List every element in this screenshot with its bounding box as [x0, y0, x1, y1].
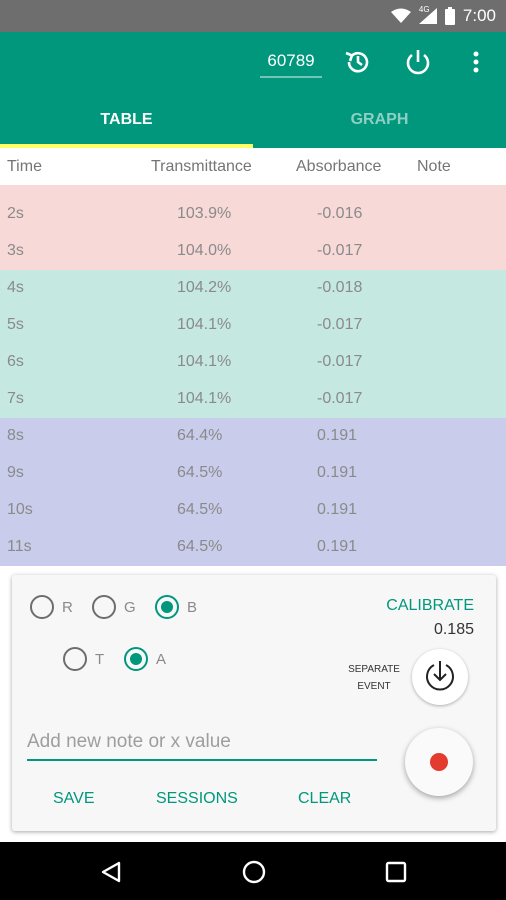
cell-transmittance: 64.5%: [177, 464, 223, 481]
radio-mode-t[interactable]: T: [63, 647, 104, 671]
cell-time: 8s: [7, 427, 24, 444]
download-icon: [423, 658, 457, 697]
table-row[interactable]: 5s 104.1% -0.017: [0, 307, 506, 344]
data-table: 2s 103.9% -0.016 3s 104.0% -0.017 4s 104.2% -0.0…: [0, 196, 506, 566]
record-icon: [430, 753, 448, 771]
radio-channel-b[interactable]: B: [155, 595, 197, 619]
table-row[interactable]: 10s 64.5% 0.191: [0, 492, 506, 529]
cell-absorbance: 0.191: [317, 538, 358, 555]
status-time: 7:00: [462, 6, 496, 25]
cell-transmittance: 104.2%: [177, 279, 232, 296]
recents-icon[interactable]: [382, 858, 410, 886]
cell-time: 5s: [7, 316, 24, 333]
radio-label: G: [124, 598, 136, 616]
record-button[interactable]: [405, 728, 473, 796]
radio-circle: [30, 595, 54, 619]
table-row[interactable]: 6s 104.1% -0.017: [0, 344, 506, 381]
navigation-bar: [0, 842, 506, 900]
status-bar: 4G 7:00: [0, 0, 506, 32]
cell-transmittance: 104.1%: [177, 316, 232, 333]
separate-event-label: SEPARATE EVENT: [348, 664, 400, 692]
calibrate-button[interactable]: CALIBRATE: [386, 597, 474, 615]
radio-circle: [124, 647, 148, 671]
control-panel: R G B T A CALIBRATE 0.185 SEPARATE EVENT…: [12, 575, 496, 831]
battery-icon: [444, 7, 455, 25]
tab-bar: TABLE GRAPH: [0, 102, 506, 148]
app-bar: 60789 TABLE GRAPH: [0, 32, 506, 148]
radio-label: B: [187, 598, 198, 616]
cell-time: 10s: [7, 501, 33, 518]
cell-absorbance: -0.016: [317, 205, 363, 222]
table-row[interactable]: 4s 104.2% -0.018: [0, 270, 506, 307]
radio-channel-g[interactable]: G: [92, 595, 136, 619]
table-row[interactable]: 11s 64.5% 0.191: [0, 529, 506, 566]
cell-transmittance: 103.9%: [177, 205, 232, 222]
cell-absorbance: 0.191: [317, 501, 358, 518]
wifi-icon: [390, 8, 411, 24]
signal-icon: 4G: [418, 5, 437, 24]
radio-circle: [92, 595, 116, 619]
cell-absorbance: 0.191: [317, 464, 358, 481]
table-row[interactable]: 8s 64.4% 0.191: [0, 418, 506, 455]
cell-absorbance: 0.191: [317, 427, 358, 444]
tab-graph[interactable]: GRAPH: [253, 102, 506, 148]
device-id-field[interactable]: 60789: [260, 46, 322, 78]
cell-transmittance: 104.1%: [177, 353, 232, 370]
table-header: Time Transmittance Absorbance Note: [0, 148, 506, 185]
save-button[interactable]: SAVE: [53, 790, 95, 808]
radio-label: T: [95, 650, 105, 668]
table-row[interactable]: 3s 104.0% -0.017: [0, 233, 506, 270]
cell-time: 9s: [7, 464, 24, 481]
table-row[interactable]: 7s 104.1% -0.017: [0, 381, 506, 418]
tab-table[interactable]: TABLE: [0, 102, 253, 148]
cell-time: 6s: [7, 353, 24, 370]
sessions-button[interactable]: SESSIONS: [156, 790, 238, 808]
cell-absorbance: -0.018: [317, 279, 363, 296]
cell-transmittance: 64.5%: [177, 501, 223, 518]
home-icon[interactable]: [240, 858, 268, 886]
radio-label: R: [62, 598, 73, 616]
cell-absorbance: -0.017: [317, 353, 363, 370]
column-header-time: Time: [7, 158, 42, 175]
note-input[interactable]: [27, 725, 377, 761]
separate-event-button[interactable]: [412, 649, 468, 705]
power-icon[interactable]: [400, 44, 436, 80]
radio-circle: [63, 647, 87, 671]
cell-time: 3s: [7, 242, 24, 259]
column-header-note: Note: [417, 158, 451, 175]
column-header-transmittance: Transmittance: [151, 158, 252, 175]
tab-label: GRAPH: [350, 111, 409, 128]
overflow-menu-icon[interactable]: [458, 44, 494, 80]
cell-time: 11s: [7, 538, 32, 555]
radio-mode-a[interactable]: A: [124, 647, 166, 671]
clear-button[interactable]: CLEAR: [298, 790, 351, 808]
cell-transmittance: 104.1%: [177, 390, 232, 407]
cell-absorbance: -0.017: [317, 390, 363, 407]
calibration-value: 0.185: [433, 621, 474, 638]
cell-absorbance: -0.017: [317, 242, 363, 259]
cell-transmittance: 64.4%: [177, 427, 223, 444]
cell-time: 4s: [7, 279, 24, 296]
timer-icon[interactable]: [340, 44, 376, 80]
radio-label: A: [156, 650, 167, 668]
radio-channel-r[interactable]: R: [30, 595, 73, 619]
tab-label: TABLE: [100, 111, 153, 128]
table-row[interactable]: 9s 64.5% 0.191: [0, 455, 506, 492]
table-row[interactable]: 2s 103.9% -0.016: [0, 196, 506, 233]
network-type: 4G: [418, 5, 430, 14]
cell-absorbance: -0.017: [317, 316, 363, 333]
back-icon[interactable]: [97, 858, 125, 886]
cell-time: 2s: [7, 205, 24, 222]
cell-time: 7s: [7, 390, 24, 407]
cell-transmittance: 104.0%: [177, 242, 232, 259]
column-header-absorbance: Absorbance: [296, 158, 382, 175]
cell-transmittance: 64.5%: [177, 538, 223, 555]
radio-circle: [155, 595, 179, 619]
